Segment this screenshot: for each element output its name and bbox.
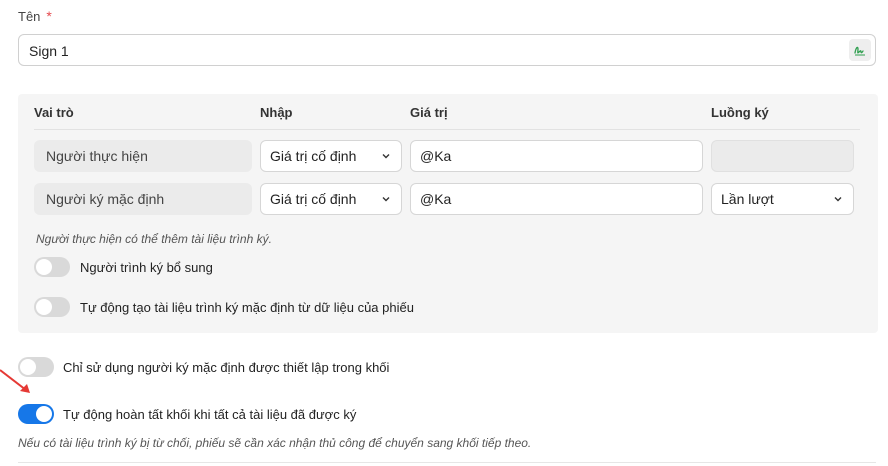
row1-input-value: Giá trị cố định: [270, 148, 357, 164]
bottom-divider: [18, 462, 876, 463]
toggle-knob: [36, 406, 52, 422]
panel-note: Người thực hiện có thể thêm tài liệu trì…: [36, 232, 272, 246]
toggle-knob: [36, 259, 52, 275]
row1-role: Người thực hiện: [34, 140, 252, 172]
row1-flow-disabled: [711, 140, 854, 172]
additional-submitter-toggle[interactable]: [34, 257, 70, 277]
row2-input-value: Giá trị cố định: [270, 191, 357, 207]
row2-role: Người ký mặc định: [34, 183, 252, 215]
signature-icon: [854, 46, 865, 56]
name-field-label: Tên *: [18, 8, 52, 24]
auto-complete-block-toggle[interactable]: [18, 404, 54, 424]
header-value: Giá trị: [410, 105, 448, 120]
chevron-down-icon: [382, 154, 390, 159]
header-input: Nhập: [260, 105, 293, 120]
row1-value-input[interactable]: @Ka: [410, 140, 703, 172]
row1-value-text: @Ka: [420, 148, 452, 164]
header-divider: [34, 129, 860, 130]
annotation-arrow-icon: [0, 369, 30, 393]
name-input[interactable]: Sign 1: [18, 34, 876, 66]
auto-create-docs-toggle[interactable]: [34, 297, 70, 317]
additional-submitter-label: Người trình ký bổ sung: [80, 260, 213, 275]
toggle-knob: [36, 299, 52, 315]
name-input-value: Sign 1: [29, 43, 69, 59]
auto-create-docs-label: Tự động tạo tài liệu trình ký mặc định t…: [80, 300, 414, 315]
signature-button[interactable]: [849, 39, 871, 61]
footer-note: Nếu có tài liệu trình ký bị từ chối, phi…: [18, 436, 532, 450]
row2-flow-select[interactable]: Lần lượt: [711, 183, 854, 215]
row2-role-text: Người ký mặc định: [46, 191, 165, 207]
row2-input-select[interactable]: Giá trị cố định: [260, 183, 402, 215]
header-role: Vai trò: [34, 105, 74, 120]
row2-flow-value: Lần lượt: [721, 191, 774, 207]
header-flow: Luồng ký: [711, 105, 769, 120]
row2-value-text: @Ka: [420, 191, 452, 207]
row2-value-input[interactable]: @Ka: [410, 183, 703, 215]
row1-input-select[interactable]: Giá trị cố định: [260, 140, 402, 172]
auto-complete-block-label: Tự động hoàn tất khối khi tất cả tài liệ…: [63, 407, 357, 422]
row1-role-text: Người thực hiện: [46, 148, 148, 164]
name-label-text: Tên: [18, 9, 41, 24]
chevron-down-icon: [382, 197, 390, 202]
chevron-down-icon: [834, 197, 842, 202]
required-mark: *: [46, 8, 52, 24]
only-default-signers-label: Chỉ sử dụng người ký mặc định được thiết…: [63, 360, 390, 375]
